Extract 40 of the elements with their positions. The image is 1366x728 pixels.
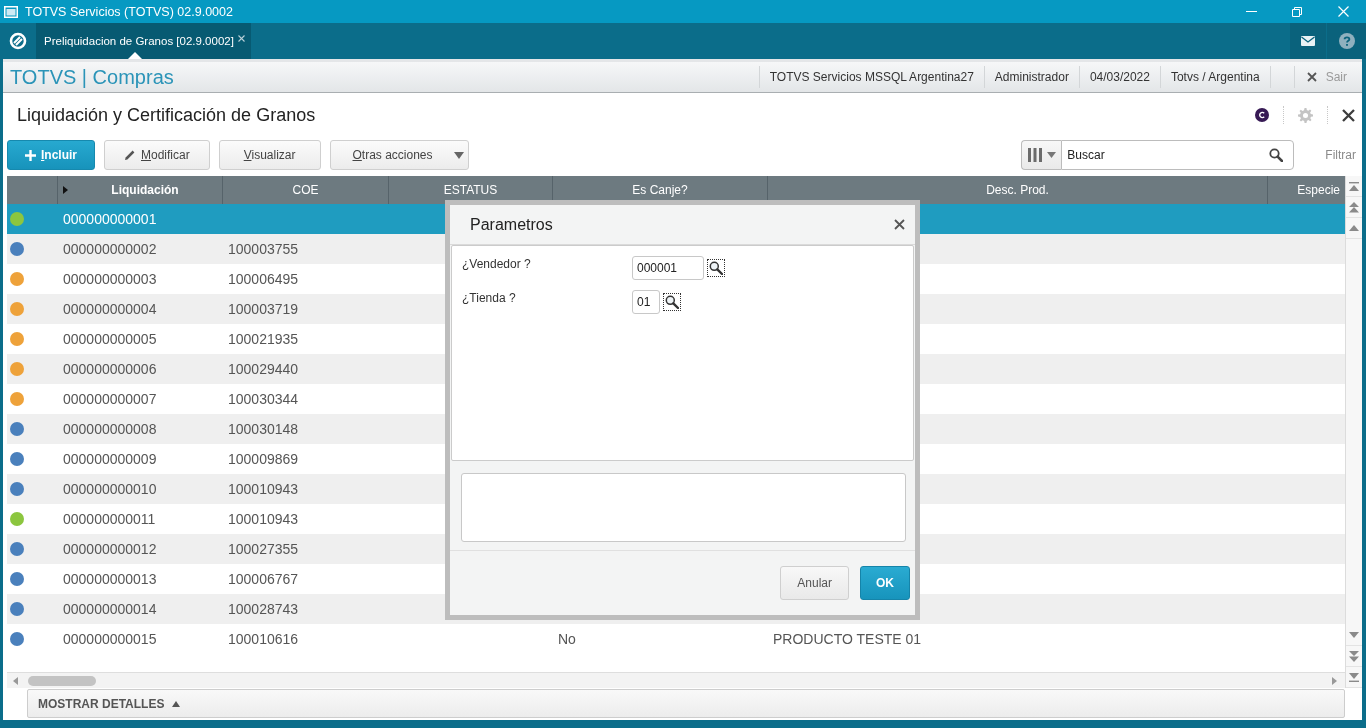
table-cell-text: 000000000007	[62, 390, 158, 409]
table-cell-text: 000000000006	[62, 360, 158, 379]
table-cell-text: 100009869	[227, 450, 300, 469]
table-cell-text: No	[557, 630, 577, 649]
table-cell-text: 100027355	[227, 540, 300, 559]
table-cell-text: 000000000010	[62, 480, 158, 499]
table-cell-text: 100006495	[227, 270, 300, 289]
table-cell-text: 100003755	[227, 240, 300, 259]
table-cell-text: 000000000008	[62, 420, 158, 439]
table-cell-text: 100021935	[227, 330, 300, 349]
field-label: ¿Vendedor ?	[461, 256, 532, 271]
table-cell-text: 000000000009	[62, 450, 158, 469]
header-info: TOTVS Servicios MSSQL Argentina27	[758, 66, 984, 88]
table-cell-text: 100030344	[227, 390, 300, 409]
table-cell-text: 000000000004	[62, 300, 158, 319]
table-cell-text: 000000000001	[62, 210, 158, 229]
table-cell-text: 000000000002	[62, 240, 158, 259]
header-info: Administrador	[983, 66, 1079, 88]
table-cell-text: PRODUCTO TESTE 01	[772, 630, 923, 649]
dialog-title: Parametros	[470, 215, 553, 234]
table-cell-text: 000000000003	[62, 270, 158, 289]
table-cell-text: 000000000013	[62, 570, 158, 589]
header-info: Totvs / Argentina	[1159, 66, 1271, 88]
table-cell-text: 000000000005	[62, 330, 158, 349]
app-brand: TOTVS | Compras	[10, 65, 174, 89]
table-cell-text: 100028743	[227, 600, 300, 619]
table-cell-text: 000000000014	[62, 600, 158, 619]
table-cell-text: 100010616	[227, 630, 300, 649]
table-cell-text: 100010943	[227, 510, 300, 529]
table-cell-text: 000000000012	[62, 540, 158, 559]
page-title: Liquidación y Certificación de Granos	[17, 104, 316, 126]
table-cell-text: 100003719	[227, 300, 300, 319]
table-cell-text: 100006767	[227, 570, 300, 589]
header-info: 04/03/2022	[1078, 66, 1160, 88]
table-cell-text: 000000000011	[62, 510, 157, 529]
window-title: TOTVS Servicios (TOTVS) 02.9.0002	[25, 4, 233, 19]
table-cell-text: 100010943	[227, 480, 300, 499]
table-cell-text: 100030148	[227, 420, 300, 439]
table-cell-text: 000000000015	[62, 630, 158, 649]
table-cell-text: 100029440	[227, 360, 300, 379]
